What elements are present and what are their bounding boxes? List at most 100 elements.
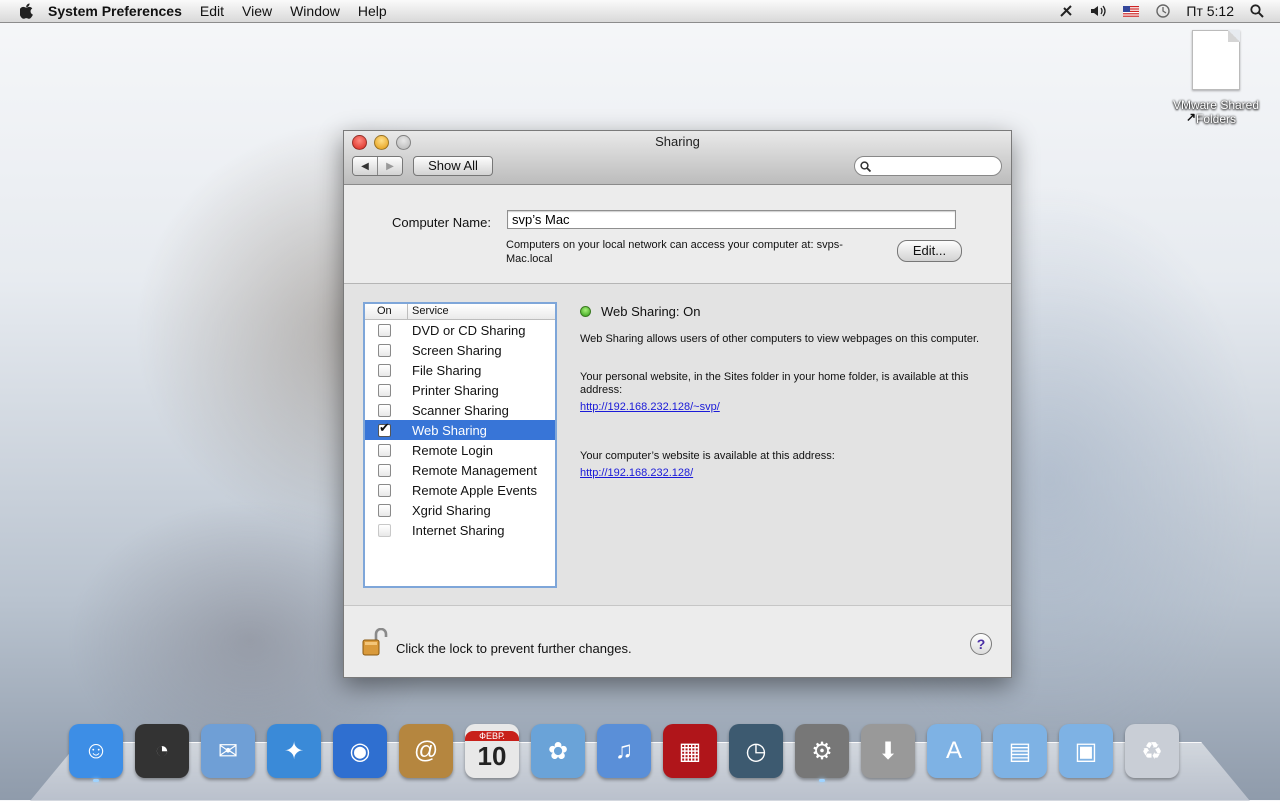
menu-window[interactable]: Window [290,3,340,19]
service-row[interactable]: Screen Sharing [365,340,555,360]
column-header-on[interactable]: On [365,304,408,319]
dock-trash[interactable]: ♻ [1122,716,1182,778]
dock-safari[interactable]: ✦ [264,716,324,778]
show-all-button[interactable]: Show All [413,156,493,176]
dock-system-preferences[interactable]: ⚙ [792,716,852,782]
service-checkbox[interactable] [378,503,391,517]
dock-downloads-stack[interactable]: ⬇ [858,716,918,778]
dock-address-book[interactable]: @ [396,716,456,778]
dock-time-machine[interactable]: ◷ [726,716,786,778]
dock-ical[interactable]: ФЕВР. 10 [462,716,522,778]
service-label: DVD or CD Sharing [412,322,526,338]
service-label: Screen Sharing [412,342,502,358]
service-label: Internet Sharing [412,522,505,538]
time-machine-icon[interactable] [1154,3,1172,19]
dock-finder[interactable]: ☺ [66,716,126,782]
service-label: Printer Sharing [412,382,499,398]
search-icon [860,160,872,172]
local-address-description: Computers on your local network can acce… [506,239,843,265]
service-checkbox[interactable] [378,463,391,477]
menu-view[interactable]: View [242,3,272,19]
service-label: Scanner Sharing [412,402,509,418]
dock-ichat[interactable]: ◉ [330,716,390,778]
dock-itunes[interactable]: ♫ [594,716,654,778]
lock-message: Click the lock to prevent further change… [396,641,632,656]
dock-downloads-folder[interactable]: ▣ [1056,716,1116,778]
service-checkbox[interactable] [378,420,391,437]
lock-icon[interactable] [362,627,388,656]
edit-button[interactable]: Edit... [897,240,962,262]
desktop-icon-label: VMware Shared Folders [1172,98,1260,126]
dock-iphoto[interactable]: ✿ [528,716,588,778]
app-menu[interactable]: System Preferences [48,3,182,19]
window-title: Sharing [655,134,700,149]
service-label: Remote Login [412,442,493,458]
service-row[interactable]: Xgrid Sharing [365,500,555,520]
documents-folder-icon: ▤ [993,724,1047,778]
service-label: File Sharing [412,362,482,378]
column-header-service[interactable]: Service [408,304,449,319]
service-row[interactable]: Remote Apple Events [365,480,555,500]
running-indicator [93,779,99,782]
service-checkbox[interactable] [378,363,391,377]
running-indicator [819,779,825,782]
ical-day: 10 [477,740,507,771]
service-checkbox[interactable] [378,343,391,357]
search-field[interactable] [854,156,1002,176]
apple-menu-icon[interactable] [18,2,36,20]
menu-edit[interactable]: Edit [200,3,224,19]
us-flag-icon[interactable] [1122,3,1140,19]
lock-bar: Click the lock to prevent further change… [344,606,1011,678]
computer-name-field[interactable] [507,210,956,229]
dock-applications-folder[interactable]: A [924,716,984,778]
service-checkbox[interactable] [378,523,391,537]
service-row[interactable]: Internet Sharing [365,520,555,540]
ichat-icon: ◉ [333,724,387,778]
volume-icon[interactable] [1090,3,1108,19]
dock-photo-booth[interactable]: ▦ [660,716,720,778]
network-icon[interactable] [1058,3,1076,19]
personal-website-link[interactable]: http://192.168.232.128/~svp/ [580,401,998,413]
menu-help[interactable]: Help [358,3,387,19]
service-checkbox[interactable] [378,323,391,337]
service-label: Web Sharing [412,422,487,438]
service-checkbox[interactable] [378,403,391,417]
service-rows: DVD or CD Sharing Screen Sharing File Shar… [365,320,555,540]
dock-mail[interactable]: ✉ [198,716,258,778]
status-indicator-icon [580,306,591,317]
applications-folder-icon: A [927,724,981,778]
downloads-folder-icon: ▣ [1059,724,1113,778]
service-checkbox[interactable] [378,443,391,457]
service-label: Remote Management [412,462,538,478]
spotlight-icon[interactable] [1248,3,1266,19]
desktop-icon-vmware-shared-folders[interactable]: ↗ VMware Shared Folders [1168,30,1264,126]
service-checkbox[interactable] [378,483,391,497]
personal-website-description: Your personal website, in the Sites fold… [580,371,969,396]
dock-documents-folder[interactable]: ▤ [990,716,1050,778]
dock-dashboard[interactable]: ◔ [132,716,192,778]
computer-website-link[interactable]: http://192.168.232.128/ [580,467,998,479]
time-machine-icon: ◷ [729,724,783,778]
sharing-content: On Service DVD or CD Sharing Screen Shari… [344,284,1011,606]
iphoto-icon: ✿ [531,724,585,778]
service-row[interactable]: Web Sharing [365,420,555,440]
help-button[interactable]: ? [970,633,992,655]
search-input[interactable] [875,158,999,174]
computer-name-label: Computer Name: [392,215,491,230]
back-arrow-icon[interactable]: ◀ [353,157,377,175]
window-toolbar: Sharing ◀ ▶ Show All [344,131,1011,185]
menu-bar: System Preferences Edit View Window Help… [0,0,1280,23]
forward-arrow-icon[interactable]: ▶ [377,157,402,175]
service-row[interactable]: Scanner Sharing [365,400,555,420]
trash-icon: ♻ [1125,724,1179,778]
service-row[interactable]: File Sharing [365,360,555,380]
service-row[interactable]: DVD or CD Sharing [365,320,555,340]
document-icon [1192,30,1240,90]
menubar-clock[interactable]: Пт 5:12 [1186,3,1234,19]
service-label: Xgrid Sharing [412,502,491,518]
service-row[interactable]: Printer Sharing [365,380,555,400]
service-row[interactable]: Remote Login [365,440,555,460]
service-row[interactable]: Remote Management [365,460,555,480]
service-detail: Web Sharing: On Web Sharing allows users… [580,304,998,479]
service-checkbox[interactable] [378,383,391,397]
